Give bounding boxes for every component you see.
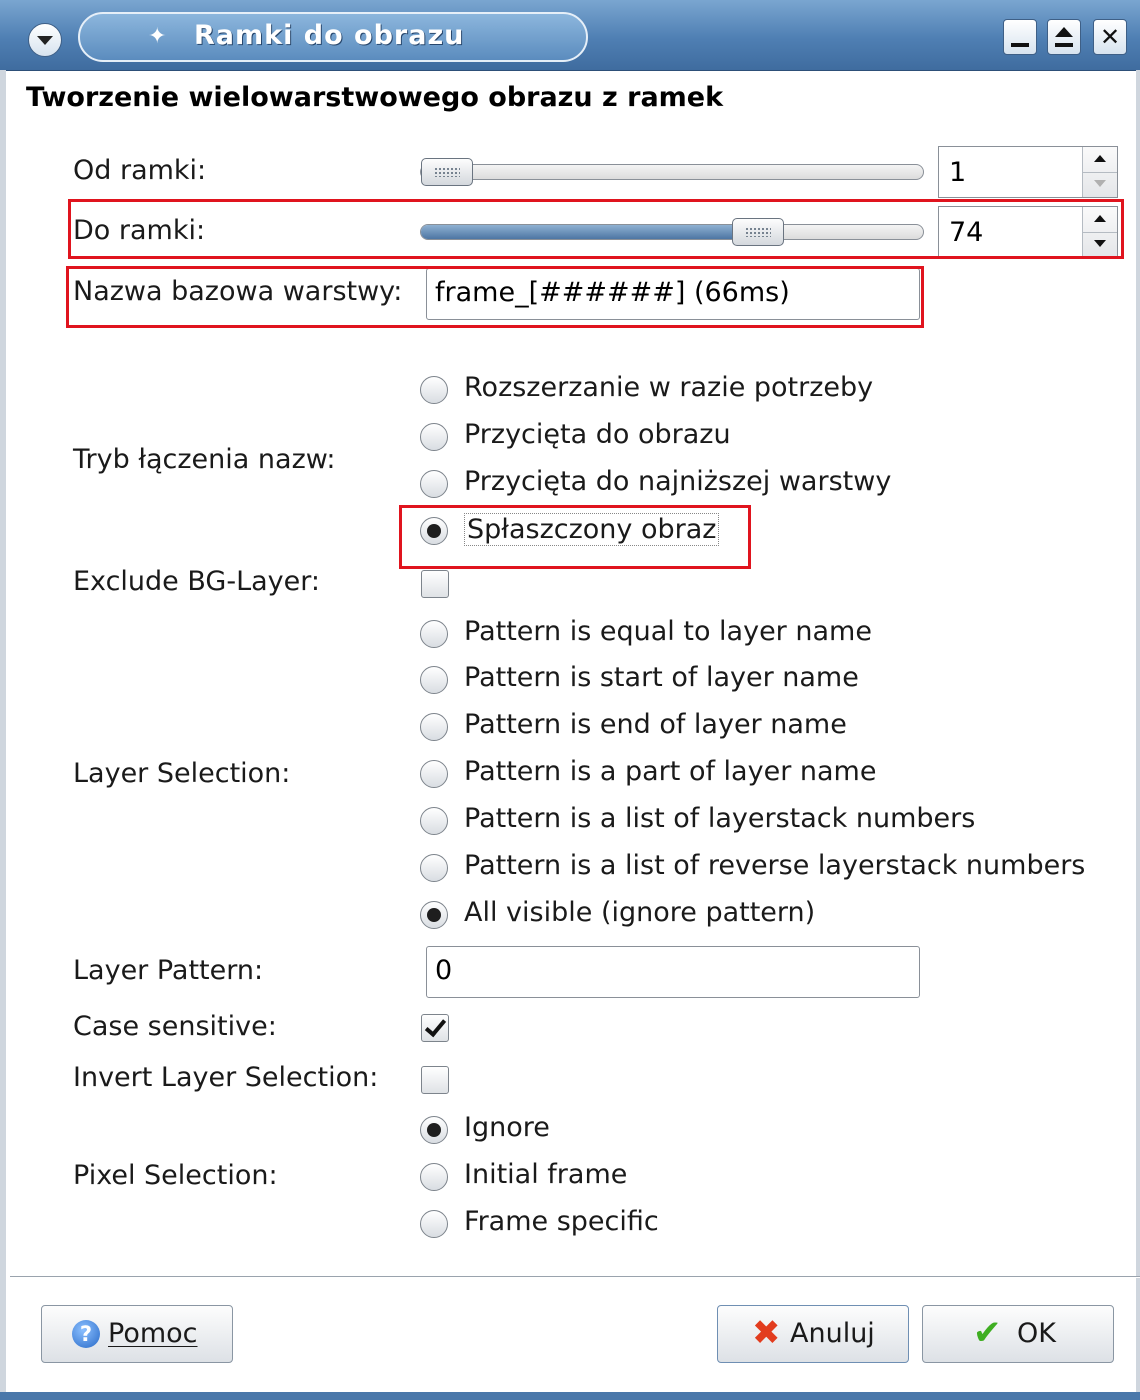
- layer-selection-option-label: Pattern is end of layer name: [464, 709, 847, 740]
- title-bar: ✦ Ramki do obrazu ✕: [0, 0, 1140, 71]
- radio-icon: [420, 807, 448, 835]
- ok-button[interactable]: ✔ OK: [922, 1305, 1114, 1363]
- close-icon: ✕: [1099, 23, 1121, 51]
- radio-icon: [420, 470, 448, 498]
- layer-selection-option-label: All visible (ignore pattern): [464, 897, 816, 928]
- from-frame-label: Od ramki:: [73, 155, 207, 186]
- case-sensitive-label: Case sensitive:: [73, 1011, 277, 1042]
- close-button[interactable]: ✕: [1093, 19, 1127, 55]
- merge-mode-option-label: Przycięta do najniższej warstwy: [464, 466, 892, 497]
- layer-selection-option-label: Pattern is a part of layer name: [464, 756, 877, 787]
- layer-pattern-input[interactable]: 0: [426, 946, 920, 998]
- radio-icon: [420, 376, 448, 404]
- radio-icon: [420, 854, 448, 882]
- help-button[interactable]: ? Pomoc: [41, 1305, 233, 1363]
- pixel-selection-label: Pixel Selection:: [73, 1160, 278, 1191]
- cancel-button[interactable]: ✖ Anuluj: [717, 1305, 909, 1363]
- button-separator: [10, 1276, 1140, 1278]
- annotation-highlight-basename: [66, 266, 924, 328]
- annotation-highlight-to-frame: [68, 199, 1124, 259]
- invert-selection-label: Invert Layer Selection:: [73, 1062, 379, 1093]
- annotation-highlight-flattened: [399, 505, 751, 569]
- pixel-selection-option-label: Initial frame: [464, 1159, 628, 1190]
- radio-icon: [420, 1116, 448, 1144]
- window-border-left: [0, 70, 6, 1400]
- radio-icon: [420, 760, 448, 788]
- exclude-bg-label: Exclude BG-Layer:: [73, 566, 320, 597]
- radio-icon: [420, 1163, 448, 1191]
- spin-up-icon[interactable]: [1083, 147, 1117, 173]
- layer-selection-option-label: Pattern is equal to layer name: [464, 616, 872, 647]
- case-sensitive-checkbox[interactable]: [421, 1014, 449, 1042]
- radio-icon: [420, 713, 448, 741]
- cancel-button-label: Anuluj: [790, 1318, 875, 1349]
- invert-selection-checkbox[interactable]: [421, 1066, 449, 1094]
- layer-selection-option-label: Pattern is a list of reverse layerstack …: [464, 850, 1086, 881]
- minimize-button[interactable]: [1003, 19, 1037, 55]
- window-border-right: [1136, 70, 1140, 1400]
- radio-icon: [420, 620, 448, 648]
- help-icon: ?: [72, 1320, 100, 1348]
- pixel-selection-option-label: Ignore: [464, 1112, 550, 1143]
- gimp-icon: ✦: [148, 24, 167, 49]
- layer-pattern-value: 0: [435, 955, 453, 986]
- maximize-button[interactable]: [1047, 19, 1081, 55]
- ok-button-label: OK: [1017, 1318, 1056, 1349]
- dialog-heading: Tworzenie wielowarstwowego obrazu z rame…: [26, 82, 724, 113]
- layer-selection-label: Layer Selection:: [73, 758, 291, 789]
- merge-mode-option-label: Przycięta do obrazu: [464, 419, 731, 450]
- from-frame-slider-handle[interactable]: [421, 158, 473, 186]
- help-button-label: Pomoc: [108, 1318, 198, 1349]
- radio-icon: [420, 1210, 448, 1238]
- radio-icon: [420, 423, 448, 451]
- layer-pattern-label: Layer Pattern:: [73, 955, 264, 986]
- cancel-icon: ✖: [752, 1313, 781, 1353]
- window-menu-button[interactable]: [28, 23, 62, 57]
- window-border-bottom: [0, 1392, 1140, 1400]
- layer-selection-option-label: Pattern is start of layer name: [464, 662, 859, 693]
- merge-mode-option-label: Rozszerzanie w razie potrzeby: [464, 372, 874, 403]
- pixel-selection-option-label: Frame specific: [464, 1206, 659, 1237]
- from-frame-spinbox[interactable]: 1: [938, 146, 1118, 198]
- radio-icon: [420, 901, 448, 929]
- merge-mode-label: Tryb łączenia nazw:: [73, 444, 336, 475]
- exclude-bg-checkbox[interactable]: [421, 570, 449, 598]
- layer-selection-option-label: Pattern is a list of layerstack numbers: [464, 803, 976, 834]
- from-frame-spin-buttons: [1082, 147, 1117, 197]
- from-frame-value: 1: [949, 157, 967, 188]
- check-icon: ✔: [973, 1313, 1002, 1353]
- spin-down-icon[interactable]: [1083, 172, 1117, 197]
- from-frame-slider[interactable]: [420, 158, 924, 186]
- radio-icon: [420, 666, 448, 694]
- window-title: Ramki do obrazu: [194, 20, 465, 51]
- title-caption: ✦ Ramki do obrazu: [78, 12, 588, 62]
